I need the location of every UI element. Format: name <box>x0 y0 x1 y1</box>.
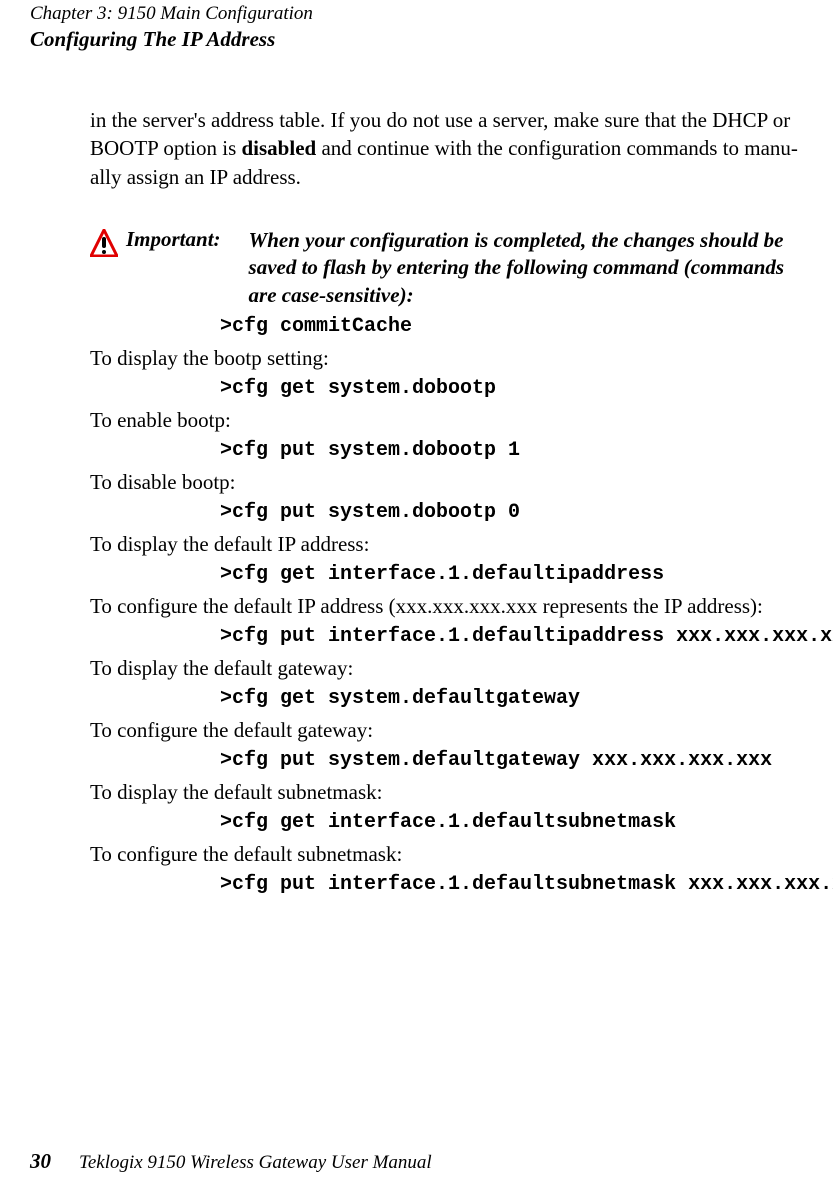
doc-title: Teklogix 9150 Wireless Gateway User Manu… <box>79 1152 432 1174</box>
cmd-put-defaultgw: >cfg put system.defaultgateway xxx.xxx.x… <box>220 749 803 772</box>
desc-ip-configure: To configure the default IP address (xxx… <box>90 594 803 619</box>
desc-gw-display: To display the default gateway: <box>90 656 803 681</box>
intro-line1: in the server's address table. If you do… <box>90 108 790 132</box>
cmd-get-dobootp: >cfg get system.dobootp <box>220 377 803 400</box>
important-label: Important: <box>126 227 221 252</box>
section-title: Configuring The IP Address <box>30 26 803 52</box>
cmd-get-defaultgw: >cfg get system.defaultgateway <box>220 687 803 710</box>
cmd-put-defaultip: >cfg put interface.1.defaultipaddress xx… <box>220 625 803 648</box>
page-content: in the server's address table. If you do… <box>90 106 803 896</box>
cmd-put-dobootp-1: >cfg put system.dobootp 1 <box>220 439 803 462</box>
page-header: Chapter 3: 9150 Main Configuration Confi… <box>30 0 803 52</box>
desc-ip-display: To display the default IP address: <box>90 532 803 557</box>
desc-bootp-enable: To enable bootp: <box>90 408 803 433</box>
desc-bootp-display: To display the bootp setting: <box>90 346 803 371</box>
important-text: When your configuration is completed, th… <box>249 227 803 309</box>
warning-icon <box>90 229 118 263</box>
desc-sm-configure: To configure the default subnetmask: <box>90 842 803 867</box>
intro-paragraph: in the server's address table. If you do… <box>90 106 803 191</box>
intro-line2a: BOOTP option is <box>90 136 242 160</box>
desc-sm-display: To display the default subnetmask: <box>90 780 803 805</box>
cmd-commitcache: >cfg commitCache <box>220 315 803 338</box>
intro-bold-disabled: disabled <box>242 136 317 160</box>
desc-bootp-disable: To disable bootp: <box>90 470 803 495</box>
chapter-title: Chapter 3: 9150 Main Configuration <box>30 2 803 26</box>
cmd-put-defaultsm: >cfg put interface.1.defaultsubnetmask x… <box>220 873 803 896</box>
page-footer: 30 Teklogix 9150 Wireless Gateway User M… <box>30 1149 803 1174</box>
cmd-get-defaultip: >cfg get interface.1.defaultipaddress <box>220 563 803 586</box>
page-number: 30 <box>30 1149 51 1174</box>
important-block: Important: When your configuration is co… <box>90 227 803 309</box>
intro-line3: ally assign an IP address. <box>90 165 301 189</box>
cmd-get-defaultsm: >cfg get interface.1.defaultsubnetmask <box>220 811 803 834</box>
cmd-put-dobootp-0: >cfg put system.dobootp 0 <box>220 501 803 524</box>
intro-line2b: and continue with the configuration comm… <box>316 136 798 160</box>
desc-gw-configure: To configure the default gateway: <box>90 718 803 743</box>
